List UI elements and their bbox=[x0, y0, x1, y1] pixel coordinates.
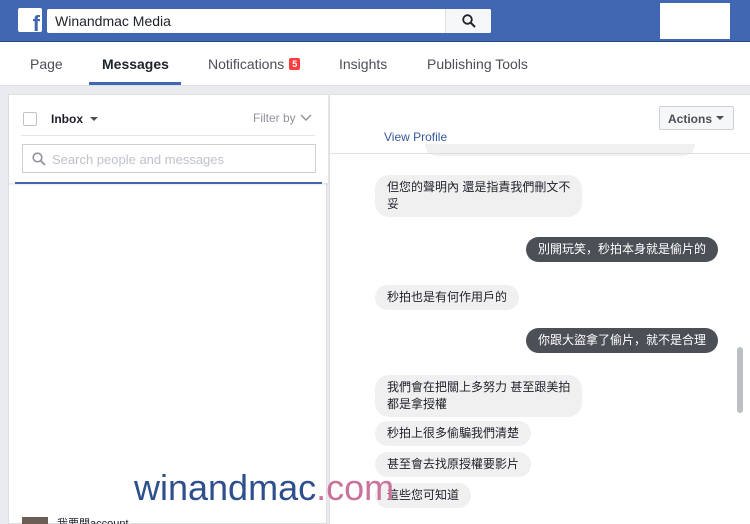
inbox-header: Inbox Filter by Search people and messag… bbox=[9, 95, 328, 183]
conversation-scrollbar[interactable] bbox=[737, 347, 743, 413]
message-bubble-partial bbox=[425, 144, 695, 156]
thread-name[interactable]: 我要開account bbox=[57, 515, 129, 524]
tab-publishing-tools[interactable]: Publishing Tools bbox=[427, 56, 528, 72]
message-bubble-incoming: 但您的聲明內 還是指責我們刪文不 妥 bbox=[375, 175, 583, 217]
message-bubble-incoming: 我們會在把關上多努力 甚至跟美拍 都是拿授權 bbox=[375, 375, 583, 417]
conversation-panel: Actions View Profile 但您的聲明內 還是指責我們刪文不 妥 … bbox=[329, 94, 750, 524]
actions-button-label: Actions bbox=[668, 112, 713, 126]
message-search-input[interactable]: Search people and messages bbox=[22, 144, 316, 173]
view-profile-link[interactable]: View Profile bbox=[384, 130, 447, 144]
header-divider bbox=[21, 135, 315, 136]
message-bubble-incoming: 甚至會去找原授權要影片 bbox=[375, 452, 532, 477]
tab-notifications-label: Notifications bbox=[208, 56, 285, 72]
chevron-down-icon bbox=[716, 116, 724, 120]
message-search-placeholder: Search people and messages bbox=[52, 152, 225, 167]
global-search-button[interactable] bbox=[445, 9, 491, 33]
selected-thread-indicator bbox=[15, 182, 322, 184]
global-search-value[interactable]: Winandmac Media bbox=[55, 13, 171, 29]
message-bubble-incoming: 秒拍也是有何作用戶的 bbox=[375, 285, 520, 310]
page-nav: Page Messages Notifications 5 Insights Pu… bbox=[0, 42, 750, 86]
inbox-dropdown[interactable]: Inbox bbox=[51, 112, 83, 126]
watermark-part1: winandmac bbox=[134, 467, 317, 508]
search-icon bbox=[32, 152, 46, 166]
tab-notifications[interactable]: Notifications 5 bbox=[208, 56, 301, 72]
chevron-down-icon[interactable] bbox=[300, 114, 312, 122]
global-search-field[interactable]: Winandmac Media bbox=[47, 9, 491, 33]
actions-button[interactable]: Actions bbox=[659, 106, 734, 130]
search-icon bbox=[462, 14, 476, 28]
active-tab-indicator bbox=[89, 82, 181, 85]
profile-area[interactable] bbox=[660, 3, 730, 39]
message-bubble-incoming: 秒拍上很多偷騙我們清楚 bbox=[375, 421, 532, 446]
select-all-checkbox[interactable] bbox=[23, 112, 37, 126]
watermark-logo: winandmac.com bbox=[134, 470, 394, 506]
tab-page[interactable]: Page bbox=[30, 56, 63, 72]
facebook-logo-icon[interactable]: f bbox=[18, 8, 42, 32]
watermark-part2: .com bbox=[316, 467, 395, 508]
tab-messages[interactable]: Messages bbox=[102, 56, 169, 72]
notification-count-badge: 5 bbox=[289, 58, 301, 70]
top-bar: f Winandmac Media bbox=[0, 0, 750, 42]
filter-by-dropdown[interactable]: Filter by bbox=[253, 111, 296, 125]
tab-insights[interactable]: Insights bbox=[339, 56, 387, 72]
message-bubble-outgoing: 你跟大盜拿了偷片，就不是合理 bbox=[526, 328, 719, 353]
message-bubble-outgoing: 別開玩笑，秒拍本身就是偷片的 bbox=[526, 237, 719, 262]
conversation-header-divider bbox=[330, 153, 750, 154]
chevron-down-icon[interactable] bbox=[90, 117, 98, 121]
inbox-panel: Inbox Filter by Search people and messag… bbox=[8, 94, 328, 524]
avatar[interactable] bbox=[22, 517, 48, 524]
